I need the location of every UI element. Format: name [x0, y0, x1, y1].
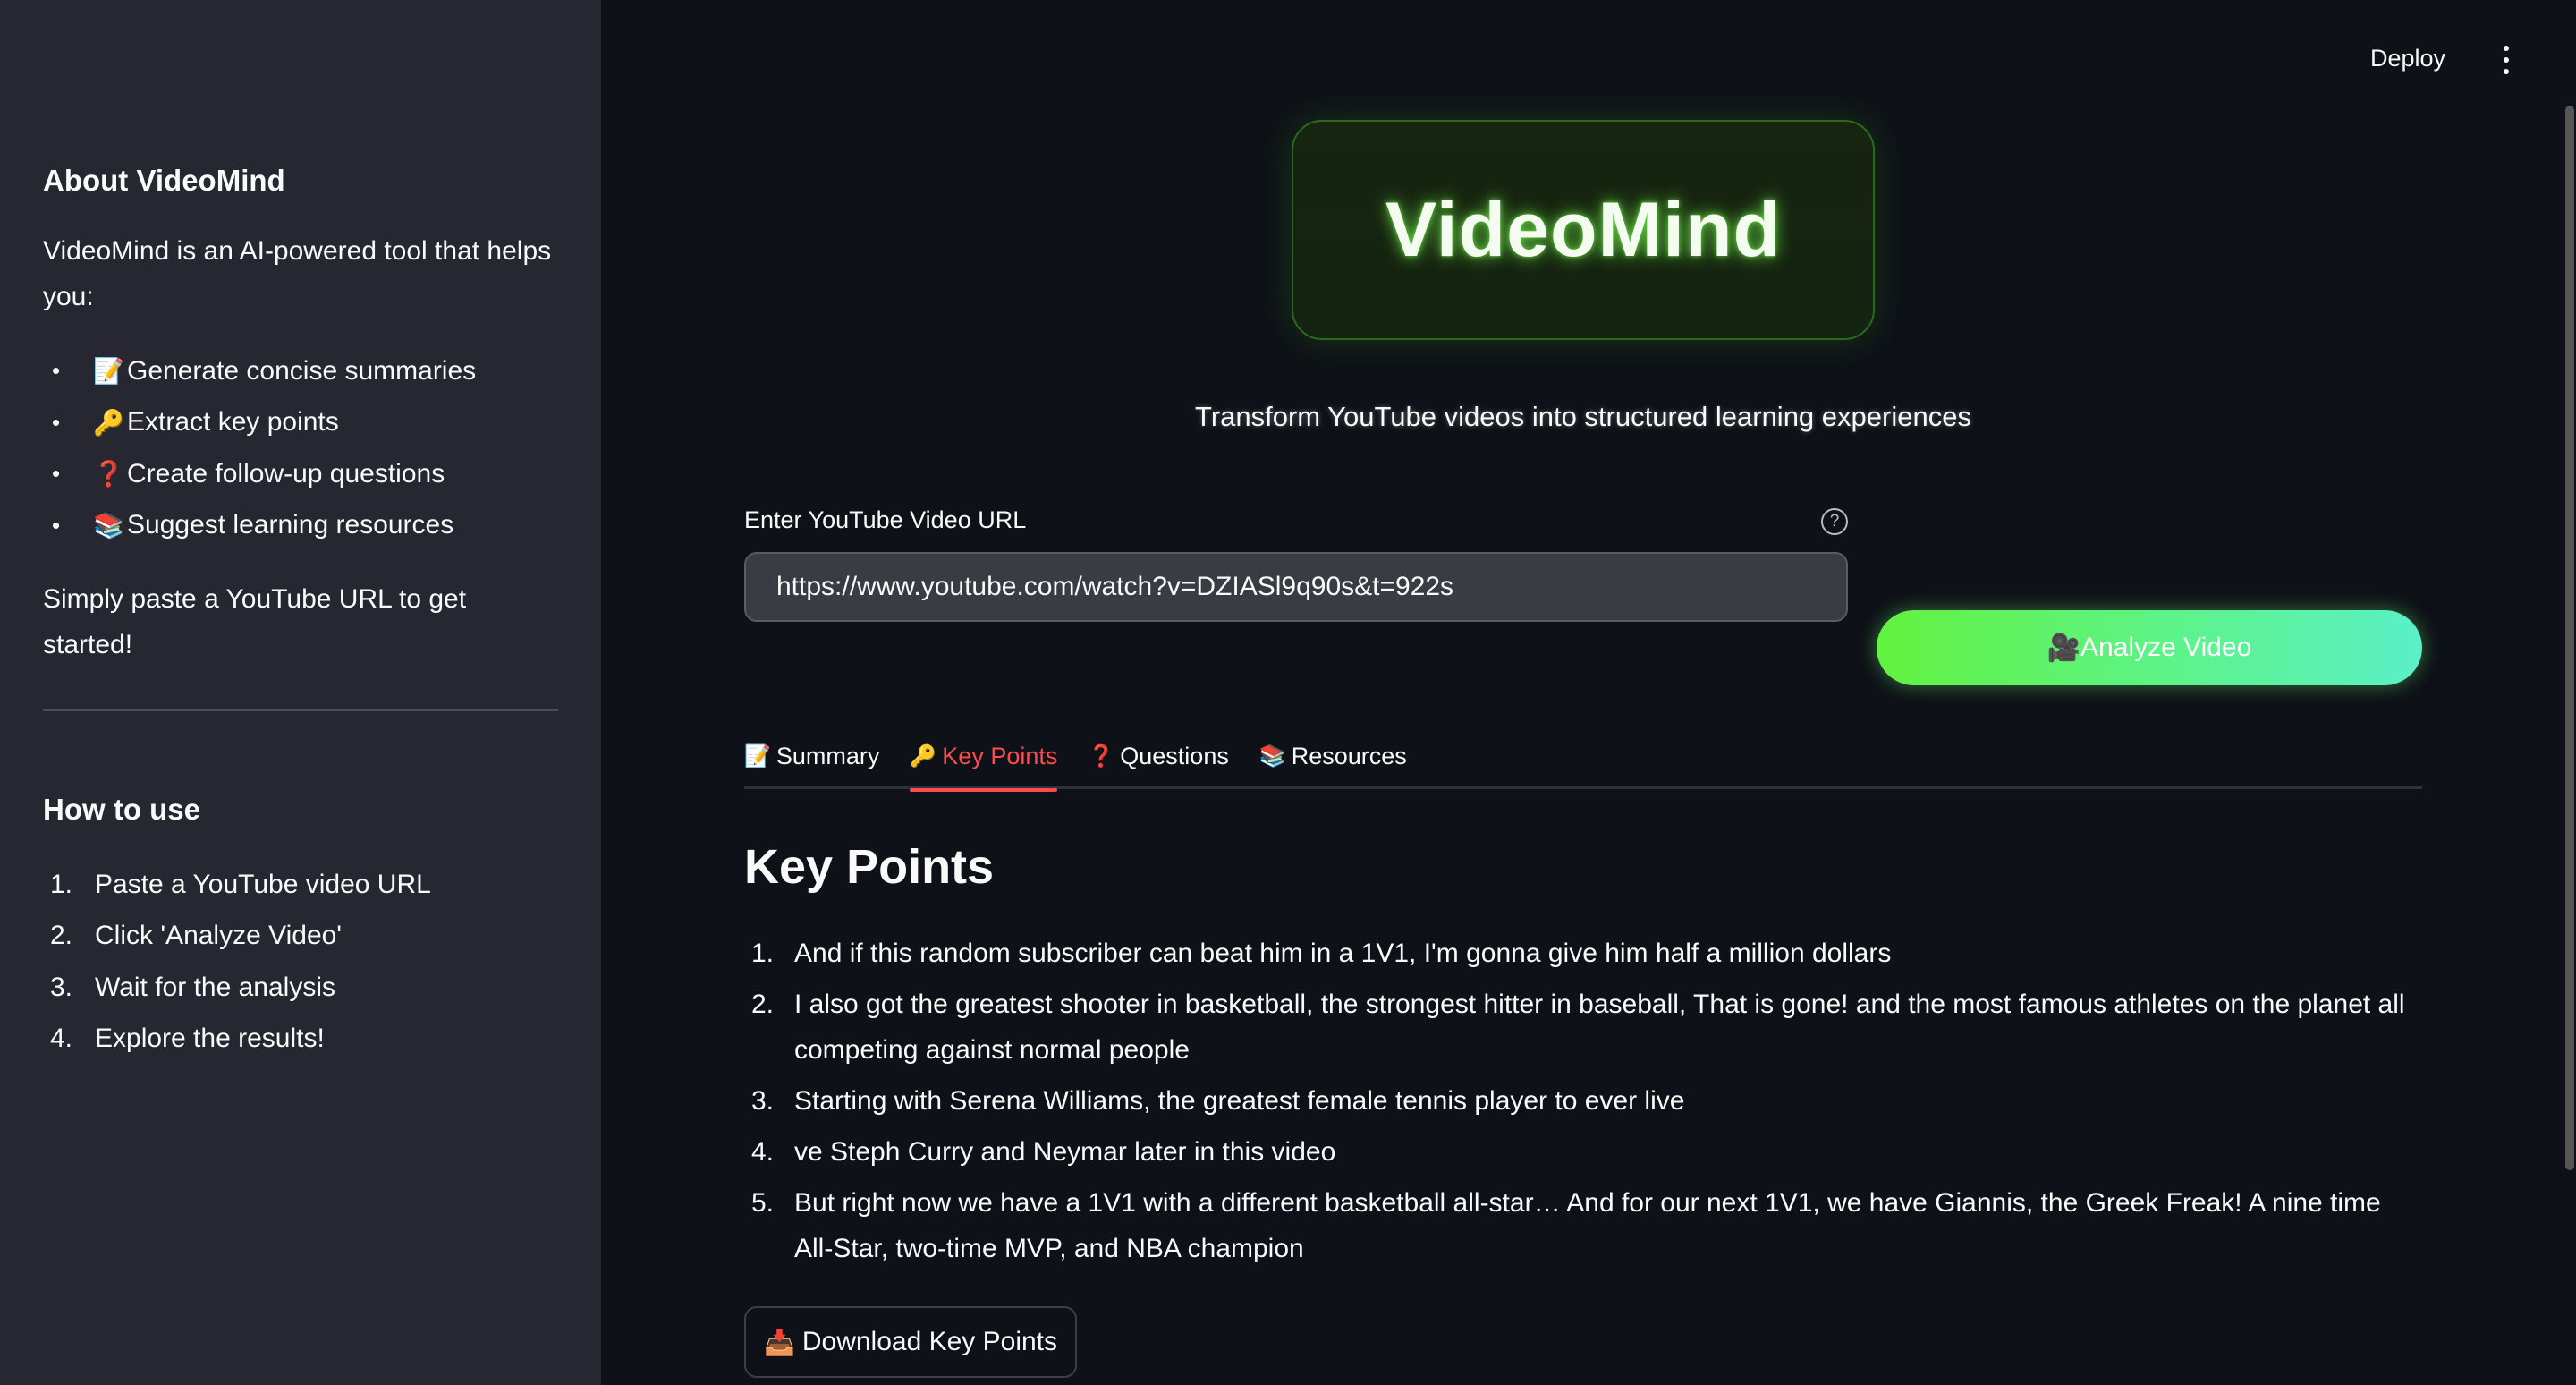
feature-item: • 📚 Suggest learning resources	[43, 500, 476, 552]
download-label: Download Key Points	[801, 1327, 1058, 1356]
item-text: But right now we have a 1V1 with a diffe…	[794, 1188, 2381, 1263]
download-key-points-button[interactable]: 📥 Download Key Points	[744, 1306, 1077, 1378]
sidebar: About VideoMind VideoMind is an AI-power…	[0, 0, 601, 1385]
item-text: I also got the greatest shooter in baske…	[794, 990, 2405, 1065]
app-subtitle: Transform YouTube videos into structured…	[1195, 401, 1971, 432]
feature-item: • 🔑 Extract key points	[43, 397, 476, 449]
feature-label: Suggest learning resources	[127, 510, 454, 540]
item-number: 2.	[751, 990, 775, 1019]
howto-heading: How to use	[43, 793, 201, 826]
list-item: 2. I also got the greatest shooter in ba…	[744, 981, 2422, 1073]
step-item: 3. Wait for the analysis	[43, 962, 431, 1014]
step-label: Explore the results!	[95, 1024, 325, 1054]
bullet: •	[52, 408, 61, 436]
key-points-heading: Key Points	[744, 840, 995, 894]
sidebar-divider	[43, 709, 558, 711]
step-item: 4. Explore the results!	[43, 1014, 431, 1066]
movie-camera-icon: 🎥	[2046, 633, 2081, 663]
step-item: 2. Click 'Analyze Video'	[43, 911, 431, 963]
tab-label: Summary	[775, 742, 880, 769]
feature-item: • 📝 Generate concise summaries	[43, 345, 476, 397]
item-number: 4.	[751, 1137, 775, 1167]
step-number: 4.	[50, 1024, 73, 1054]
bullet: •	[52, 511, 61, 539]
item-number: 3.	[751, 1086, 775, 1116]
list-item: 1. And if this random subscriber can bea…	[744, 930, 2422, 976]
memo-icon: 📝	[93, 357, 124, 386]
inbox-tray-icon: 📥	[763, 1328, 795, 1356]
list-item: 3. Starting with Serena Williams, the gr…	[744, 1078, 2422, 1124]
help-icon[interactable]: ?	[1821, 508, 1848, 535]
tab-resources[interactable]: 📚 Resources	[1259, 723, 1407, 789]
step-label: Paste a YouTube video URL	[95, 869, 431, 899]
key-points-list: 1. And if this random subscriber can bea…	[744, 930, 2422, 1277]
item-number: 5.	[751, 1188, 775, 1218]
memo-icon: 📝	[744, 743, 771, 769]
url-input-label: Enter YouTube Video URL	[744, 506, 1027, 533]
step-label: Click 'Analyze Video'	[95, 921, 343, 951]
step-label: Wait for the analysis	[95, 972, 335, 1002]
tab-summary[interactable]: 📝 Summary	[744, 723, 879, 789]
cta-text: Simply paste a YouTube URL to get starte…	[43, 584, 467, 659]
feature-label: Generate concise summaries	[127, 355, 477, 386]
tab-label: Questions	[1120, 742, 1229, 769]
analyze-video-label: Analyze Video	[2080, 633, 2252, 662]
key-icon: 🔑	[93, 408, 124, 437]
tab-label: Resources	[1291, 742, 1407, 769]
item-text: ve Steph Curry and Neymar later in this …	[794, 1137, 1336, 1167]
feature-label: Extract key points	[127, 407, 339, 438]
more-menu-icon[interactable]	[2496, 43, 2517, 77]
analyze-video-button[interactable]: 🎥 Analyze Video	[1877, 610, 2422, 685]
about-heading: About VideoMind	[43, 164, 285, 197]
item-text: Starting with Serena Williams, the great…	[794, 1086, 1685, 1116]
result-tabs: 📝 Summary 🔑 Key Points ❓ Questions 📚 Res…	[744, 723, 2422, 792]
feature-label: Create follow-up questions	[127, 458, 445, 489]
bullet: •	[52, 460, 61, 488]
steps-list: 1. Paste a YouTube video URL 2. Click 'A…	[43, 859, 431, 1065]
list-item: 4. ve Steph Curry and Neymar later in th…	[744, 1129, 2422, 1175]
about-text: VideoMind is an AI-powered tool that hel…	[43, 236, 552, 311]
app-title: VideoMind	[1385, 186, 1782, 273]
hero-banner: VideoMind	[1292, 120, 1875, 340]
books-icon: 📚	[1258, 743, 1286, 769]
step-number: 3.	[50, 972, 73, 1002]
feature-item: • ❓ Create follow-up questions	[43, 448, 476, 500]
youtube-url-input[interactable]	[744, 552, 1848, 622]
item-number: 1.	[751, 939, 775, 968]
list-item: 5. But right now we have a 1V1 with a di…	[744, 1180, 2422, 1271]
feature-list: • 📝 Generate concise summaries • 🔑 Extra…	[43, 345, 476, 551]
scrollbar[interactable]	[2565, 106, 2574, 1170]
books-icon: 📚	[93, 511, 124, 540]
key-icon: 🔑	[910, 743, 937, 769]
tab-questions[interactable]: ❓ Questions	[1088, 723, 1228, 789]
bullet: •	[52, 357, 61, 385]
tab-label: Key Points	[942, 742, 1058, 769]
step-number: 2.	[50, 921, 73, 951]
question-icon: ❓	[93, 460, 124, 489]
deploy-button[interactable]: Deploy	[2370, 45, 2445, 72]
step-number: 1.	[50, 869, 73, 899]
item-text: And if this random subscriber can beat h…	[794, 939, 1892, 968]
tab-key-points[interactable]: 🔑 Key Points	[910, 723, 1058, 792]
step-item: 1. Paste a YouTube video URL	[43, 859, 431, 911]
question-icon: ❓	[1088, 743, 1115, 769]
